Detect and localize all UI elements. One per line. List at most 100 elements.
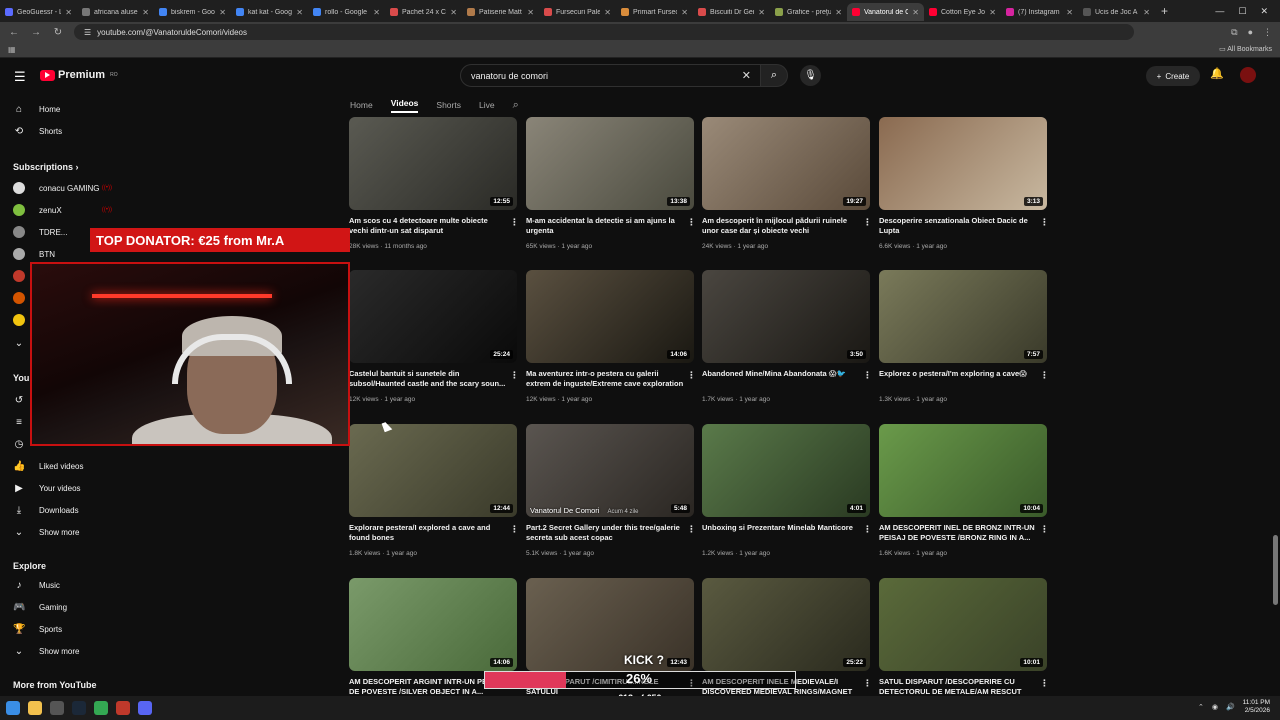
browser-tab[interactable]: (7) Instagram ✕ <box>1001 3 1078 21</box>
tab-close-icon[interactable]: ✕ <box>142 8 149 17</box>
hamburger-menu-icon[interactable]: ☰ <box>14 69 26 85</box>
tab-close-icon[interactable]: ✕ <box>450 8 457 17</box>
tab-close-icon[interactable]: ✕ <box>1066 8 1073 17</box>
more-actions-icon[interactable]: ⋮ <box>687 217 696 228</box>
more-actions-icon[interactable]: ⋮ <box>863 524 872 535</box>
video-thumbnail[interactable]: 25:24 <box>349 270 517 363</box>
notifications-bell-icon[interactable]: 🔔 <box>1210 67 1224 80</box>
tray-chevron-icon[interactable]: ⌃ <box>1198 703 1204 711</box>
video-thumbnail[interactable]: 7:57 <box>879 270 1047 363</box>
voice-search-button[interactable]: 🎙 <box>800 65 821 86</box>
start-icon[interactable] <box>6 701 20 715</box>
search-input[interactable]: vanatoru de comori ✕ <box>460 64 762 87</box>
volume-icon[interactable]: 🔊 <box>1226 703 1235 711</box>
tab-close-icon[interactable]: ✕ <box>604 8 611 17</box>
site-info-icon[interactable]: ☰ <box>84 28 91 37</box>
browser-tab[interactable]: africana aluse ✕ <box>77 3 154 21</box>
browser-tab[interactable]: kat kat - Goog ✕ <box>231 3 308 21</box>
video-title[interactable]: Explorez o pestera/I'm exploring a cave😱 <box>879 369 1037 379</box>
video-thumbnail[interactable]: 19:27 <box>702 117 870 210</box>
clear-search-icon[interactable]: ✕ <box>742 69 751 82</box>
video-thumbnail[interactable]: 3:50 <box>702 270 870 363</box>
tab-close-icon[interactable]: ✕ <box>65 8 72 17</box>
close-window-icon[interactable]: ✕ <box>1260 6 1268 17</box>
apps-icon[interactable]: ▦ <box>8 45 16 54</box>
create-button[interactable]: + Create <box>1146 66 1200 86</box>
video-title[interactable]: Am descoperit în mijlocul pădurii ruinel… <box>702 216 860 236</box>
more-actions-icon[interactable]: ⋮ <box>510 370 519 381</box>
network-icon[interactable]: ◉ <box>1212 703 1218 711</box>
subscriptions-heading[interactable]: Subscriptions › <box>13 162 79 172</box>
more-actions-icon[interactable]: ⋮ <box>510 217 519 228</box>
steam-icon[interactable] <box>72 701 86 715</box>
maximize-icon[interactable]: ☐ <box>1238 6 1246 17</box>
browser-tab[interactable]: Fursecuri Paleo ✕ <box>539 3 616 21</box>
search-button[interactable]: ⌕ <box>760 64 788 87</box>
subscription-item[interactable]: conacu GAMING ((•)) <box>0 177 128 199</box>
sidebar-item-shorts[interactable]: ⟲ Shorts <box>0 120 128 142</box>
tab-close-icon[interactable]: ✕ <box>527 8 534 17</box>
video-title[interactable]: SATUL DISPARUT /DESCOPERIRE CU DETECTORU… <box>879 677 1037 698</box>
video-thumbnail[interactable]: 10:01 <box>879 578 1047 671</box>
tab-close-icon[interactable]: ✕ <box>296 8 303 17</box>
video-title[interactable]: Castelul bantuit si sunetele din subsol/… <box>349 369 507 389</box>
browser-tab[interactable]: Grafice - preţu ✕ <box>770 3 847 21</box>
video-thumbnail[interactable]: 25:22 <box>702 578 870 671</box>
new-tab-icon[interactable]: + <box>1155 4 1174 18</box>
browser-tab[interactable]: GeoGuessr - Le✕ <box>0 3 77 21</box>
back-icon[interactable]: ← <box>8 27 20 38</box>
url-field[interactable]: ☰ youtube.com/@VanatoruldeComori/videos <box>74 24 1134 40</box>
subscription-item[interactable]: zenuX ((•)) <box>0 199 128 221</box>
app-icon[interactable] <box>116 701 130 715</box>
tab-live[interactable]: Live <box>479 100 495 110</box>
browser-tab[interactable]: Ucis de Joc A ✕ <box>1078 3 1155 21</box>
browser-tab[interactable]: Pachet 24 x Ci ✕ <box>385 3 462 21</box>
tab-videos[interactable]: Videos <box>390 98 419 113</box>
file-explorer-icon[interactable] <box>28 701 42 715</box>
tab-close-icon[interactable]: ✕ <box>835 8 842 17</box>
discord-icon[interactable] <box>138 701 152 715</box>
video-title[interactable]: Descoperire senzationala Obiect Dacic de… <box>879 216 1037 236</box>
youtube-logo[interactable]: Premium RO <box>40 69 118 81</box>
tab-close-icon[interactable]: ✕ <box>758 8 765 17</box>
video-thumbnail[interactable]: 4:01 <box>702 424 870 517</box>
minimize-icon[interactable]: — <box>1215 6 1224 17</box>
video-title[interactable]: Am scos cu 4 detectoare multe obiecte ve… <box>349 216 507 236</box>
video-thumbnail[interactable]: 3:13 <box>879 117 1047 210</box>
browser-tab[interactable]: Biscuiti Dr Ger ✕ <box>693 3 770 21</box>
video-thumbnail[interactable]: 13:38 <box>526 117 694 210</box>
browser-tab[interactable]: Vanatorul de C ✕ <box>847 3 924 21</box>
more-actions-icon[interactable]: ⋮ <box>1040 524 1049 535</box>
more-actions-icon[interactable]: ⋮ <box>510 524 519 535</box>
system-clock[interactable]: 11:01 PM 2/5/2026 <box>1243 699 1270 715</box>
page-scrollbar[interactable] <box>1273 535 1278 605</box>
sidebar-item-sports[interactable]: 🏆 Sports <box>0 618 128 640</box>
all-bookmarks[interactable]: ▭ All Bookmarks <box>1219 45 1272 53</box>
tab-close-icon[interactable]: ✕ <box>912 8 919 17</box>
video-title[interactable]: Abandoned Mine/Mina Abandonata 😱🐦 <box>702 369 860 379</box>
video-thumbnail[interactable]: 5:48 <box>526 424 694 517</box>
video-thumbnail[interactable]: 14:06 <box>349 578 517 671</box>
browser-tab[interactable]: rollo - Google ✕ <box>308 3 385 21</box>
tab-home[interactable]: Home <box>350 100 373 110</box>
video-title[interactable]: Part.2 Secret Gallery under this tree/ga… <box>526 523 684 543</box>
more-actions-icon[interactable]: ⋮ <box>863 217 872 228</box>
video-title[interactable]: Unboxing si Prezentare Minelab Manticore <box>702 523 860 533</box>
chrome-icon[interactable] <box>94 701 108 715</box>
sidebar-item-gaming[interactable]: 🎮 Gaming <box>0 596 128 618</box>
tab-close-icon[interactable]: ✕ <box>219 8 226 17</box>
more-actions-icon[interactable]: ⋮ <box>687 370 696 381</box>
browser-tab[interactable]: biskrem - Goo ✕ <box>154 3 231 21</box>
video-thumbnail[interactable]: 12:55 <box>349 117 517 210</box>
tab-close-icon[interactable]: ✕ <box>1143 8 1150 17</box>
sidebar-item-downloads[interactable]: ⤓ Downloads <box>0 499 128 521</box>
sidebar-item-liked-videos[interactable]: 👍 Liked videos <box>0 455 128 477</box>
reload-icon[interactable]: ↻ <box>52 27 64 38</box>
obs-icon[interactable] <box>50 701 64 715</box>
more-actions-icon[interactable]: ⋮ <box>1040 370 1049 381</box>
sidebar-item-show-more[interactable]: ⌄ Show more <box>0 640 128 662</box>
more-actions-icon[interactable]: ⋮ <box>1040 678 1049 689</box>
tab-close-icon[interactable]: ✕ <box>681 8 688 17</box>
tab-shorts[interactable]: Shorts <box>436 100 461 110</box>
browser-tab[interactable]: Cotton Eye Joe ✕ <box>924 3 1001 21</box>
